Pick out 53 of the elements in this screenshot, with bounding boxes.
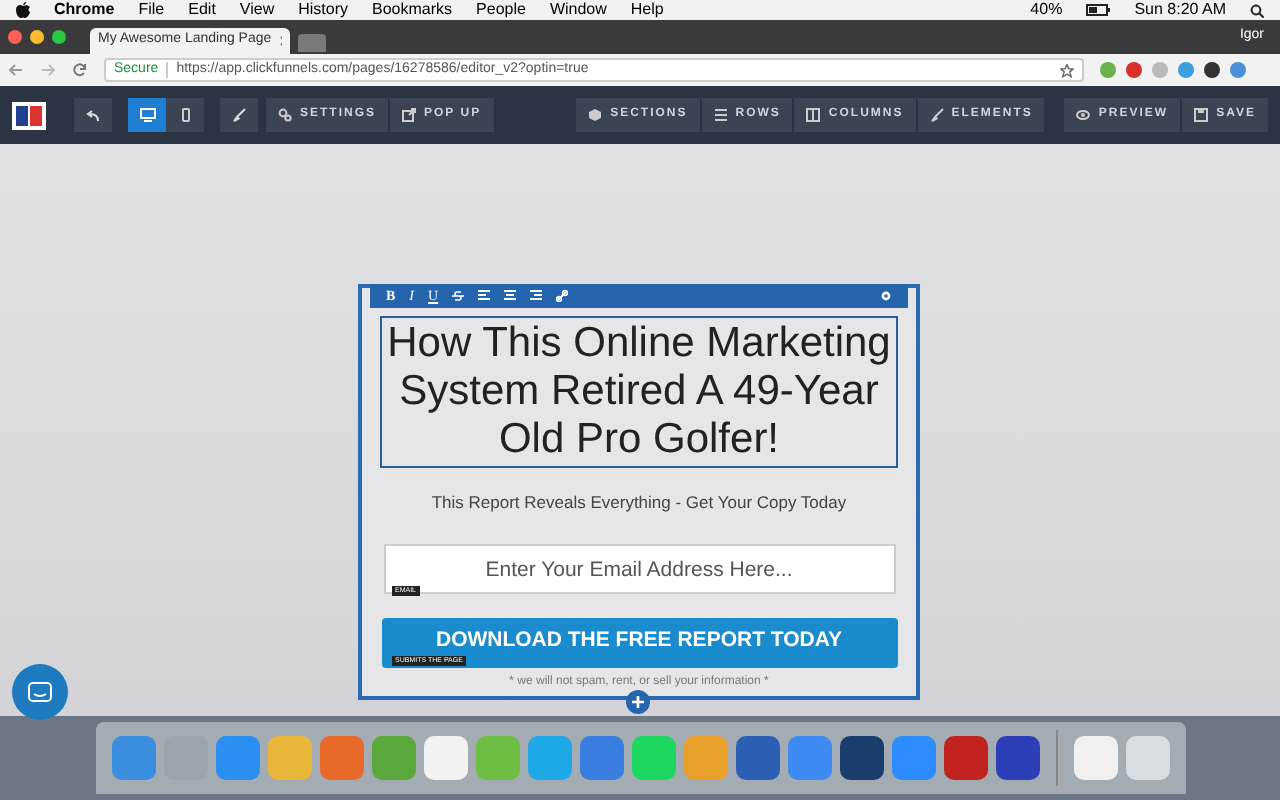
menu-item[interactable]: File [138, 0, 165, 22]
apple-icon[interactable] [16, 2, 30, 18]
search-icon[interactable] [1250, 3, 1264, 17]
brush-icon [232, 108, 246, 122]
menu-item[interactable]: History [298, 0, 349, 22]
app-icon[interactable] [1073, 736, 1117, 780]
battery-percent: 40% [1030, 0, 1063, 22]
strikethrough-icon[interactable] [452, 290, 465, 302]
app-icon[interactable] [943, 736, 987, 780]
menu-item[interactable]: Edit [188, 0, 216, 22]
link-icon[interactable] [556, 290, 569, 302]
menu-item[interactable]: Window [549, 0, 607, 22]
headline[interactable]: How This Online Marketing System Retired A 49-Year Old Pro Golfer! [380, 316, 898, 468]
clock[interactable]: Sun 8:20 AM [1134, 0, 1226, 22]
eye-icon [1076, 108, 1091, 122]
list-icon [713, 108, 728, 122]
paint-brush-button[interactable] [220, 98, 258, 132]
undo-button[interactable] [74, 98, 112, 132]
plus-icon [632, 696, 644, 708]
menu-item[interactable]: Bookmarks [372, 0, 453, 22]
menu-item[interactable]: Help [630, 0, 664, 22]
align-right-icon[interactable] [530, 290, 543, 302]
gear-icon [278, 108, 292, 122]
editor-section[interactable] [358, 284, 920, 700]
app-icon[interactable] [735, 736, 779, 780]
columns-icon [806, 108, 821, 122]
monitor-icon [139, 108, 155, 122]
align-center-icon[interactable] [504, 290, 517, 302]
reload-icon[interactable] [72, 62, 88, 78]
app-icon[interactable] [839, 736, 883, 780]
align-left-icon[interactable] [478, 290, 491, 302]
back-arrow-icon[interactable] [8, 62, 24, 78]
subheadline[interactable]: This Report Reveals Everything - Get Your Copy Today [431, 490, 847, 516]
star-icon[interactable] [1060, 63, 1074, 77]
mobile-view-button[interactable] [166, 98, 204, 132]
chat-icon [28, 681, 52, 703]
logo-icon[interactable] [12, 101, 46, 129]
app-menu[interactable]: Chrome [54, 0, 115, 22]
menu-item[interactable]: People [476, 0, 526, 22]
battery-icon [1086, 4, 1111, 16]
external-window-icon [402, 108, 417, 122]
minimize-window-icon[interactable] [30, 30, 44, 44]
add-section-button[interactable] [626, 690, 650, 714]
app-icon[interactable] [995, 736, 1039, 780]
settings-icon[interactable] [880, 290, 892, 302]
menu-item[interactable]: View [239, 0, 275, 22]
chat-button[interactable] [12, 664, 68, 720]
close-window-icon[interactable] [8, 30, 22, 44]
app-icon[interactable] [423, 736, 467, 780]
phone-icon [181, 108, 189, 122]
desktop-view-button[interactable] [128, 98, 166, 132]
zoom-window-icon[interactable] [52, 30, 66, 44]
undo-arrow-icon [86, 109, 100, 121]
